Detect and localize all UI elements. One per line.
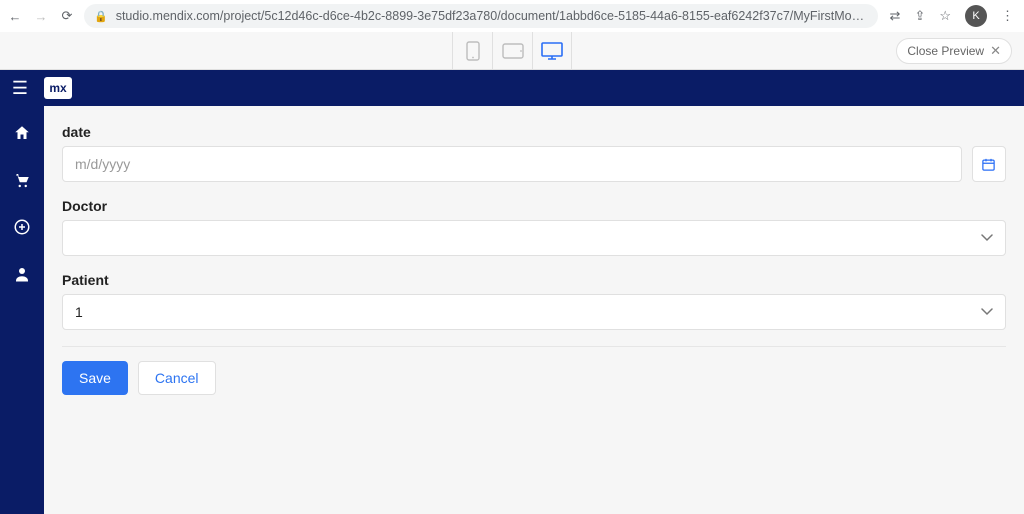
device-phone-button[interactable] — [452, 32, 492, 69]
form-group-patient: Patient 1 — [62, 272, 1006, 330]
device-toggle-group — [452, 32, 572, 69]
form-group-doctor: Doctor — [62, 198, 1006, 256]
nav-cart-icon[interactable] — [13, 171, 31, 194]
date-label: date — [62, 124, 1006, 140]
browser-right-icons: ⇄ ⇪ ☆ K ⋮ — [886, 5, 1018, 27]
form-divider — [62, 346, 1006, 347]
avatar[interactable]: K — [965, 5, 987, 27]
patient-label: Patient — [62, 272, 1006, 288]
device-tablet-button[interactable] — [492, 32, 532, 69]
doctor-label: Doctor — [62, 198, 1006, 214]
bookmark-icon[interactable]: ☆ — [939, 8, 951, 24]
browser-toolbar: ← → ⟳ 🔒 studio.mendix.com/project/5c12d4… — [0, 0, 1024, 32]
lock-icon: 🔒 — [94, 10, 108, 23]
side-nav — [0, 106, 44, 514]
kebab-menu-icon[interactable]: ⋮ — [1001, 8, 1014, 24]
url-text: studio.mendix.com/project/5c12d46c-d6ce-… — [116, 9, 868, 23]
tablet-icon — [502, 43, 524, 59]
cancel-button[interactable]: Cancel — [138, 361, 216, 395]
close-preview-button[interactable]: Close Preview ✕ — [896, 38, 1012, 64]
close-preview-label: Close Preview — [907, 44, 984, 58]
form-content: date Doctor Patient 1 Save Cancel — [44, 106, 1024, 514]
calendar-icon — [981, 157, 996, 172]
back-icon[interactable]: ← — [6, 9, 24, 24]
form-actions: Save Cancel — [62, 361, 1006, 395]
address-bar[interactable]: 🔒 studio.mendix.com/project/5c12d46c-d6c… — [84, 4, 878, 28]
app-logo[interactable]: mx — [44, 77, 72, 99]
date-picker-button[interactable] — [972, 146, 1006, 182]
nav-add-icon[interactable] — [13, 218, 31, 241]
doctor-select[interactable] — [62, 220, 1006, 256]
date-input[interactable] — [62, 146, 962, 182]
forward-icon[interactable]: → — [32, 9, 50, 24]
device-desktop-button[interactable] — [532, 32, 572, 69]
hamburger-icon[interactable]: ☰ — [10, 78, 30, 99]
preview-toolbar: Close Preview ✕ — [0, 32, 1024, 70]
app-header: ☰ mx — [0, 70, 1024, 106]
app-body: date Doctor Patient 1 Save Cancel — [0, 106, 1024, 514]
phone-icon — [466, 41, 480, 61]
nav-user-icon[interactable] — [13, 265, 31, 288]
save-button[interactable]: Save — [62, 361, 128, 395]
desktop-icon — [541, 42, 563, 60]
close-icon: ✕ — [990, 43, 1001, 59]
form-group-date: date — [62, 124, 1006, 182]
translate-icon[interactable]: ⇄ — [890, 8, 901, 24]
reload-icon[interactable]: ⟳ — [58, 8, 76, 24]
nav-home-icon[interactable] — [13, 124, 31, 147]
share-icon[interactable]: ⇪ — [914, 8, 925, 24]
patient-select[interactable]: 1 — [62, 294, 1006, 330]
